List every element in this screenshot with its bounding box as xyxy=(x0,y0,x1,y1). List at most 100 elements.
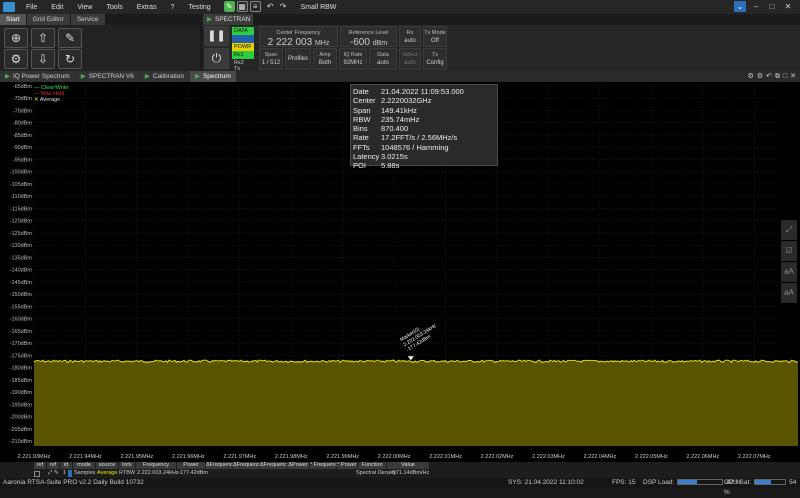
settings-gear-icon[interactable]: ⚙ xyxy=(4,49,28,69)
check-icon[interactable]: ☑ xyxy=(781,241,797,261)
list-icon[interactable]: ≡ xyxy=(249,1,261,12)
amp-control[interactable]: Amp Both xyxy=(313,48,337,70)
menu-testing[interactable]: Testing xyxy=(181,4,217,11)
maximize-icon[interactable]: □ xyxy=(783,71,787,82)
menu-extras[interactable]: Extras xyxy=(130,4,164,11)
maximize-icon[interactable]: □ xyxy=(766,1,778,12)
x-tick-label: 2.221.99MHz xyxy=(326,454,359,460)
legend-average[interactable]: ✕ Average xyxy=(34,97,68,103)
undo-icon[interactable]: ↶ xyxy=(766,71,772,82)
app-version: Aaronia RTSA-Suite PRO v2.2 Daily Build … xyxy=(3,479,144,486)
y-tick-label: -100dBm xyxy=(10,170,33,176)
col-header: id xyxy=(60,462,72,469)
tab-start[interactable]: Start xyxy=(0,14,26,25)
reference-level-title: Reference Level xyxy=(348,30,389,36)
menu-view[interactable]: View xyxy=(70,4,99,11)
y-tick-label: -170dBm xyxy=(10,341,33,347)
col-header: ΔFrequency xyxy=(233,462,263,469)
reference-level-control[interactable]: Reference Level -600 dBm xyxy=(340,26,397,48)
expand-icon[interactable]: ⤢ xyxy=(781,220,797,240)
redo-icon[interactable]: ↷ xyxy=(278,2,289,13)
gear-icon[interactable]: ⚙ xyxy=(747,71,753,82)
y-tick-label: -75dBm xyxy=(13,108,33,114)
marker-source[interactable]: Average xyxy=(97,470,117,477)
play-icon: ▶ xyxy=(80,73,86,80)
iq-rate-title: IQ Rate xyxy=(343,52,363,58)
play-icon: ▶ xyxy=(207,16,212,23)
amp-title: Amp xyxy=(319,52,331,58)
menu-help[interactable]: ? xyxy=(164,4,182,11)
average-trace-fill xyxy=(34,361,798,446)
y-tick-label: -130dBm xyxy=(10,243,33,249)
device-tab[interactable]: ▶SPECTRAN V6 xyxy=(203,14,253,34)
tab-spectran-v6[interactable]: ▶ SPECTRAN V6 xyxy=(75,71,139,82)
info-key: POI xyxy=(353,161,366,171)
y-tick-label: -70dBm xyxy=(13,96,33,102)
menu-edit[interactable]: Edit xyxy=(44,4,70,11)
restore-icon[interactable]: ⧉ xyxy=(775,71,780,82)
dropdown-icon[interactable]: ⌄ xyxy=(734,1,746,12)
x-tick-label: 2.221.94MHz xyxy=(69,454,102,460)
tab-service[interactable]: Service xyxy=(70,14,105,25)
tx-config-button[interactable]: Tx Config xyxy=(423,48,447,70)
add-icon[interactable]: ⊕ xyxy=(4,28,28,48)
select-control[interactable]: Select auto xyxy=(399,48,421,70)
data-control[interactable]: Data auto xyxy=(369,48,397,70)
pause-button[interactable]: ❚❚ xyxy=(204,26,229,46)
notes-icon[interactable]: ✎ xyxy=(58,28,82,48)
edit-icon[interactable]: ⤢ xyxy=(48,470,52,477)
window-tabs: ▶ IQ Power Spectrum ▶ SPECTRAN V6 ▶ Calibra… xyxy=(0,71,800,82)
pencil-icon[interactable]: ✎ xyxy=(54,470,59,477)
upload-icon[interactable]: ⇧ xyxy=(31,28,55,48)
info-value: 2.2220032GHz xyxy=(381,96,432,106)
marker-mode[interactable]: Samples xyxy=(74,470,95,477)
tab-spectrum[interactable]: ▶ Spectrum xyxy=(189,71,236,82)
x-tick-label: 2.222.06MHz xyxy=(686,454,719,460)
y-tick-label: -205dBm xyxy=(10,427,33,433)
col-header: ΔFrequency xyxy=(260,462,290,469)
menu-file[interactable]: File xyxy=(19,4,44,11)
tab-grid-editor[interactable]: Grid Editor xyxy=(26,14,70,25)
cpu-sat: CPU Sat: 54 % xyxy=(724,478,800,498)
y-tick-label: -165dBm xyxy=(10,329,33,335)
x-tick-label: 2.221.95MHz xyxy=(121,454,154,460)
info-key: RBW xyxy=(353,114,371,124)
download-icon[interactable]: ⇩ xyxy=(31,49,55,69)
tab-iq-power-spectrum[interactable]: ▶ IQ Power Spectrum xyxy=(0,71,75,82)
minimize-icon[interactable]: – xyxy=(750,1,762,12)
col-header: Frequency xyxy=(136,462,176,469)
marker-lock[interactable]: RTBW xyxy=(119,470,135,477)
tab-calibration[interactable]: ▶ Calibration xyxy=(139,71,189,82)
add-marker-icon[interactable] xyxy=(34,471,40,477)
data-value: auto xyxy=(377,60,389,66)
grid-icon[interactable]: ▦ xyxy=(236,1,248,12)
span-value: 1 / 512 xyxy=(261,60,281,66)
undo-icon[interactable]: ↶ xyxy=(265,2,276,13)
iq-rate-control[interactable]: IQ Rate 92MHz xyxy=(339,48,367,70)
settings-icon[interactable]: ⚙ xyxy=(757,71,763,82)
select-title: Select xyxy=(402,52,418,58)
menu-tools[interactable]: Tools xyxy=(99,4,129,11)
center-frequency-control[interactable]: Center Frequency 2 222 003 MHz xyxy=(259,26,338,48)
fps-readout: FPS: 15 xyxy=(612,479,636,486)
info-row: POI 5.88s xyxy=(353,161,497,170)
span-control[interactable]: Span 1 / 512 xyxy=(259,48,283,70)
left-tabs: Start Grid Editor Service xyxy=(0,14,200,25)
start-panel: ⊕ ⇧ ✎ ⚙ ⇩ ↻ xyxy=(0,25,200,71)
y-tick-label: -140dBm xyxy=(10,268,33,274)
text-size-icon[interactable]: aA xyxy=(781,262,797,282)
rx-control[interactable]: Rx auto xyxy=(399,26,421,47)
center-frequency-unit: MHz xyxy=(314,40,330,47)
profiles-button[interactable]: Profiles xyxy=(285,48,311,70)
close-icon[interactable]: ✕ xyxy=(782,1,794,12)
info-row: Span 149.41kHz xyxy=(353,106,497,115)
marker-label: Marker(0)2.222.003.24kHz-177.42dBm xyxy=(399,323,438,353)
x-tick-label: 2.221.97MHz xyxy=(223,454,256,460)
edit-pencil-icon[interactable]: ✎ xyxy=(223,1,235,12)
power-button[interactable]: ⏻ xyxy=(204,48,229,69)
y-tick-label: -190dBm xyxy=(10,390,33,396)
text-size-small-icon[interactable]: aA xyxy=(781,283,797,303)
tx-mode-control[interactable]: Tx Mode Off xyxy=(423,26,447,47)
close-icon[interactable]: ✕ xyxy=(790,71,796,82)
refresh-icon[interactable]: ↻ xyxy=(58,49,82,69)
